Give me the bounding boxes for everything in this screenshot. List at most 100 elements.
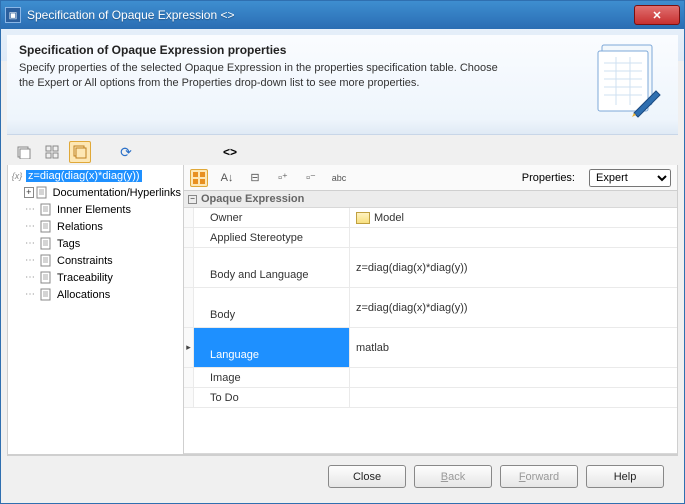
forward-button[interactable]: ForwardForward xyxy=(500,465,578,488)
tree-connector: ⋯ xyxy=(25,272,39,283)
tree-connector: ⋯ xyxy=(25,238,39,249)
header-illustration xyxy=(594,41,668,119)
page-icon xyxy=(39,220,53,234)
property-name: Image xyxy=(194,368,350,387)
property-row[interactable]: Body z=diag(diag(x)*diag(y)) xyxy=(184,288,677,328)
tree-connector: ⋯ xyxy=(25,289,39,300)
tree-item-label: Tags xyxy=(55,238,82,250)
row-marker xyxy=(184,208,194,227)
row-marker xyxy=(184,228,194,247)
tree-item[interactable]: ⋯ Tags xyxy=(8,235,183,252)
tree-item[interactable]: ⋯ Traceability xyxy=(8,269,183,286)
expression-icon: {x} xyxy=(10,169,24,183)
page-icon xyxy=(39,203,53,217)
main-toolbar: ⟳ <> xyxy=(1,135,684,165)
property-name: To Do xyxy=(194,388,350,407)
property-value: Model xyxy=(374,212,404,224)
tree-connector: ⋯ xyxy=(25,204,39,215)
close-button[interactable]: Close xyxy=(328,465,406,488)
property-row[interactable]: Body and Language z=diag(diag(x)*diag(y)) xyxy=(184,248,677,288)
header-panel: Specification of Opaque Expression prope… xyxy=(7,35,678,135)
property-row[interactable]: ▸Language matlab xyxy=(184,328,677,368)
property-name: Body and Language xyxy=(194,248,350,287)
page-icon xyxy=(39,237,53,251)
header-heading: Specification of Opaque Expression prope… xyxy=(19,43,666,57)
row-marker: ▸ xyxy=(184,328,194,367)
window-title: Specification of Opaque Expression <> xyxy=(27,8,634,22)
property-value-cell[interactable] xyxy=(350,388,677,407)
property-row[interactable]: Applied Stereotype xyxy=(184,228,677,248)
property-value-cell[interactable]: z=diag(diag(x)*diag(y)) xyxy=(350,288,677,327)
row-marker xyxy=(184,368,194,387)
tree-panel: {x} z=diag(diag(x)*diag(y)) + Documentati… xyxy=(8,165,184,454)
tree-connector: ⋯ xyxy=(25,221,39,232)
tree-item[interactable]: ⋯ Constraints xyxy=(8,252,183,269)
categorized-icon[interactable] xyxy=(190,169,208,187)
property-value-cell[interactable]: Model xyxy=(350,208,677,227)
properties-toolbar: A↓ ⊟ ▫⁺ ▫⁻ abc Properties: Expert xyxy=(184,165,677,191)
property-value-cell[interactable] xyxy=(350,228,677,247)
tree-root[interactable]: {x} z=diag(diag(x)*diag(y)) xyxy=(8,167,183,184)
page-icon xyxy=(36,186,49,200)
tree-item-label: Relations xyxy=(55,221,105,233)
tree-item[interactable]: ⋯ Relations xyxy=(8,218,183,235)
tree-root-label: z=diag(diag(x)*diag(y)) xyxy=(26,170,142,182)
group-title: Opaque Expression xyxy=(201,193,304,205)
tree-item[interactable]: ⋯ Inner Elements xyxy=(8,201,183,218)
tree-view-icon[interactable] xyxy=(41,141,63,163)
refresh-icon[interactable]: ⟳ xyxy=(115,141,137,163)
history-back-icon[interactable] xyxy=(13,141,35,163)
object-symbol: <> xyxy=(223,145,237,159)
collapse-group-icon[interactable]: − xyxy=(188,195,197,204)
hide-derived-icon[interactable]: ▫⁻ xyxy=(302,169,320,187)
properties-dropdown-label: Properties: xyxy=(522,172,575,184)
model-icon xyxy=(356,212,370,224)
property-name: Body xyxy=(194,288,350,327)
tree-item[interactable]: + Documentation/Hyperlinks xyxy=(8,184,183,201)
sort-alpha-icon[interactable]: A↓ xyxy=(218,169,236,187)
property-group-header[interactable]: − Opaque Expression xyxy=(184,191,677,208)
dialog-window: ▣ Specification of Opaque Expression <> … xyxy=(0,0,685,504)
tree-item-label: Documentation/Hyperlinks xyxy=(51,187,183,199)
expand-all-icon[interactable]: ⊟ xyxy=(246,169,264,187)
property-name: Language xyxy=(194,328,350,367)
body-area: {x} z=diag(diag(x)*diag(y)) + Documentati… xyxy=(7,165,678,455)
property-value-cell[interactable] xyxy=(350,368,677,387)
properties-mode-select[interactable]: Expert xyxy=(589,169,671,187)
app-icon: ▣ xyxy=(5,7,21,23)
header-description: Specify properties of the selected Opaqu… xyxy=(19,61,509,91)
row-marker xyxy=(184,288,194,327)
row-marker xyxy=(184,388,194,407)
property-row[interactable]: To Do xyxy=(184,388,677,408)
back-button[interactable]: BBackack xyxy=(414,465,492,488)
tree-item[interactable]: ⋯ Allocations xyxy=(8,286,183,303)
property-value: matlab xyxy=(356,342,389,354)
page-icon xyxy=(39,271,53,285)
page-icon xyxy=(39,288,53,302)
property-value-cell[interactable]: matlab xyxy=(350,328,677,367)
tree-item-label: Traceability xyxy=(55,272,115,284)
help-button[interactable]: Help xyxy=(586,465,664,488)
properties-view-icon[interactable] xyxy=(69,141,91,163)
row-marker xyxy=(184,248,194,287)
property-value: z=diag(diag(x)*diag(y)) xyxy=(356,262,468,274)
properties-panel: A↓ ⊟ ▫⁺ ▫⁻ abc Properties: Expert − Opaq… xyxy=(184,165,677,454)
abc-icon[interactable]: abc xyxy=(330,169,348,187)
property-name: Applied Stereotype xyxy=(194,228,350,247)
tree-connector: ⋯ xyxy=(25,255,39,266)
property-value: z=diag(diag(x)*diag(y)) xyxy=(356,302,468,314)
tree-item-label: Allocations xyxy=(55,289,112,301)
tree-item-label: Inner Elements xyxy=(55,204,133,216)
window-close-button[interactable]: ✕ xyxy=(634,5,680,25)
button-bar: Close BBackack ForwardForward Help xyxy=(7,455,678,497)
property-row[interactable]: Image xyxy=(184,368,677,388)
property-name: Owner xyxy=(194,208,350,227)
properties-grid: − Opaque Expression Owner Model Applied St… xyxy=(184,191,677,454)
page-icon xyxy=(39,254,53,268)
tree-item-label: Constraints xyxy=(55,255,115,267)
property-value-cell[interactable]: z=diag(diag(x)*diag(y)) xyxy=(350,248,677,287)
expand-icon[interactable]: + xyxy=(24,187,34,198)
titlebar: ▣ Specification of Opaque Expression <> … xyxy=(1,1,684,29)
property-row[interactable]: Owner Model xyxy=(184,208,677,228)
show-derived-icon[interactable]: ▫⁺ xyxy=(274,169,292,187)
